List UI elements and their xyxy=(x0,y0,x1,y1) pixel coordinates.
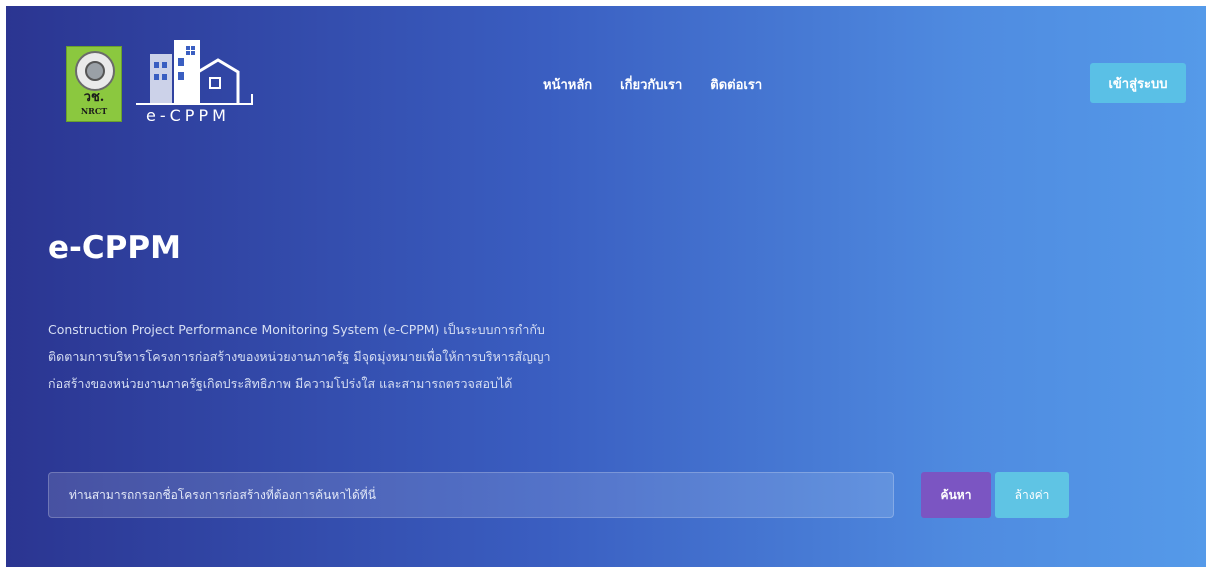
hero-section: วช. NRCT e-CPPM หน้าหลัก เกี่ยวกับเรา ติ… xyxy=(6,6,1206,567)
search-button[interactable]: ค้นหา xyxy=(921,472,991,518)
search-field-container xyxy=(48,472,894,518)
description-line-2: ติดตามการบริหารโครงการก่อสร้างของหน่วยงา… xyxy=(48,349,551,364)
hero-description: Construction Project Performance Monitor… xyxy=(48,316,748,397)
nrct-logo[interactable]: วช. NRCT xyxy=(66,46,122,122)
nrct-seal-icon xyxy=(75,51,115,91)
nav-contact[interactable]: ติดต่อเรา xyxy=(710,74,762,95)
clear-button[interactable]: ล้างค่า xyxy=(995,472,1069,518)
ecppm-wordmark: e-CPPM xyxy=(146,106,230,125)
main-nav: หน้าหลัก เกี่ยวกับเรา ติดต่อเรา xyxy=(543,74,762,95)
nrct-logo-text-th: วช. xyxy=(83,90,105,105)
nrct-logo-text-en: NRCT xyxy=(80,106,108,116)
login-button[interactable]: เข้าสู่ระบบ xyxy=(1090,63,1186,103)
nav-home[interactable]: หน้าหลัก xyxy=(543,74,592,95)
description-line-1: Construction Project Performance Monitor… xyxy=(48,322,545,337)
search-input[interactable] xyxy=(49,473,893,517)
nav-about[interactable]: เกี่ยวกับเรา xyxy=(620,74,682,95)
buildings-logo-icon xyxy=(136,40,253,105)
description-line-3: ก่อสร้างของหน่วยงานภาครัฐเกิดประสิทธิภาพ… xyxy=(48,376,513,391)
ecppm-logo[interactable]: e-CPPM xyxy=(134,36,256,136)
page-title: e-CPPM xyxy=(48,230,181,266)
